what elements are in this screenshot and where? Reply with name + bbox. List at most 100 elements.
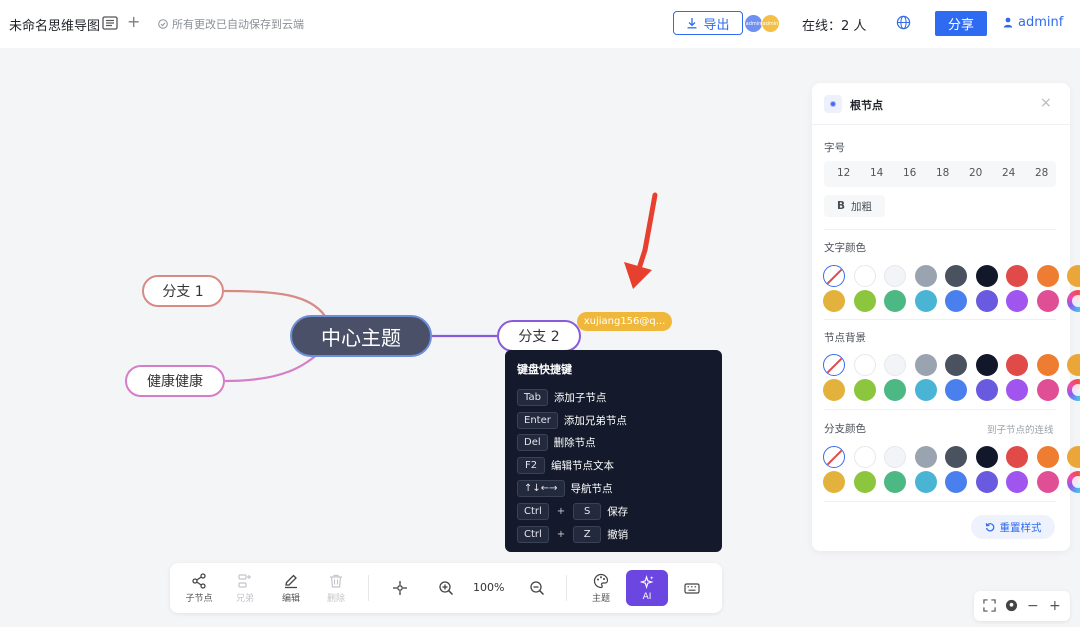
color-swatch[interactable] — [1036, 379, 1059, 401]
font-size-option[interactable]: 12 — [837, 167, 850, 179]
color-swatch[interactable] — [975, 446, 998, 468]
color-swatch[interactable] — [914, 290, 937, 312]
color-swatch[interactable] — [975, 379, 998, 401]
crosshair-icon — [393, 581, 407, 595]
color-swatch[interactable] — [914, 379, 937, 401]
color-swatch[interactable] — [1067, 471, 1080, 493]
plus-sign: + — [556, 528, 566, 540]
toolbar-divider — [368, 575, 369, 601]
color-swatch[interactable] — [914, 471, 937, 493]
font-size-option[interactable]: 16 — [903, 167, 916, 179]
branch-node[interactable]: 分支 2 — [497, 320, 581, 352]
branch-node[interactable]: 分支 1 — [142, 275, 224, 307]
branch-node[interactable]: 健康健康 — [125, 365, 225, 397]
color-swatch[interactable] — [823, 290, 845, 312]
color-swatch[interactable] — [945, 471, 967, 493]
color-swatch[interactable] — [975, 290, 998, 312]
zoom-out-icon[interactable]: − — [1027, 598, 1039, 614]
center-node[interactable]: 中心主题 — [290, 315, 432, 357]
color-swatch[interactable] — [853, 471, 876, 493]
color-swatch[interactable] — [884, 379, 906, 401]
font-size-option[interactable]: 28 — [1035, 167, 1048, 179]
color-swatch[interactable] — [853, 379, 876, 401]
fullscreen-icon[interactable] — [983, 599, 996, 612]
center-view-button[interactable] — [390, 563, 410, 613]
color-swatch[interactable] — [1067, 379, 1080, 401]
color-swatch[interactable] — [1067, 265, 1080, 287]
color-swatch[interactable] — [1006, 446, 1028, 468]
color-swatch[interactable] — [975, 471, 998, 493]
color-swatch[interactable] — [1006, 379, 1028, 401]
zoom-in-icon — [439, 581, 454, 596]
color-swatch[interactable] — [945, 354, 967, 376]
color-swatch[interactable] — [853, 265, 876, 287]
edit-button[interactable]: 编辑 — [278, 563, 304, 613]
font-size-option[interactable]: 14 — [870, 167, 883, 179]
keyboard-shortcuts-popup: 键盘快捷键 Tab 添加子节点 Enter 添加兄弟节点 Del 删除节点 F2… — [505, 350, 722, 552]
color-swatch[interactable] — [884, 471, 906, 493]
color-swatch[interactable] — [823, 471, 845, 493]
color-swatch[interactable] — [945, 446, 967, 468]
delete-button[interactable]: 删除 — [323, 563, 349, 613]
shortcut-row: Ctrl + Z 撤销 — [517, 523, 710, 546]
color-swatch[interactable] — [1006, 471, 1028, 493]
shortcut-desc: 撤销 — [607, 528, 629, 541]
color-swatch[interactable] — [914, 265, 937, 287]
color-swatch[interactable] — [1036, 265, 1059, 287]
trash-icon — [330, 574, 342, 588]
color-swatch[interactable] — [914, 446, 937, 468]
color-swatch[interactable] — [1067, 290, 1080, 312]
color-swatch[interactable] — [1036, 471, 1059, 493]
keyboard-shortcuts-button[interactable] — [682, 563, 702, 613]
color-swatch[interactable] — [1036, 290, 1059, 312]
shortcut-desc: 保存 — [607, 505, 629, 518]
color-swatch[interactable] — [884, 446, 906, 468]
collaborator-tag: xujiang156@q... — [577, 312, 672, 331]
color-swatch[interactable] — [884, 354, 906, 376]
add-child-label: 子节点 — [185, 593, 213, 604]
color-swatch[interactable] — [823, 354, 845, 376]
style-panel: 根节点 × 字号 12 14 16 18 20 24 28 B 加粗 文字颜色 … — [812, 83, 1080, 551]
color-swatch[interactable] — [823, 379, 845, 401]
color-swatch[interactable] — [975, 265, 998, 287]
node-bg-label: 节点背景 — [824, 332, 866, 344]
zoom-out-button[interactable] — [527, 563, 547, 613]
ai-label: AI — [642, 591, 652, 602]
add-sibling-button[interactable]: 兄弟 — [232, 563, 258, 613]
color-swatch[interactable] — [1067, 354, 1080, 376]
font-size-option[interactable]: 18 — [936, 167, 949, 179]
color-swatch[interactable] — [823, 446, 845, 468]
font-size-option[interactable]: 24 — [1002, 167, 1015, 179]
color-swatch[interactable] — [1006, 290, 1028, 312]
color-swatch[interactable] — [1036, 354, 1059, 376]
zoom-in-button[interactable] — [436, 563, 456, 613]
color-swatch[interactable] — [945, 290, 967, 312]
color-swatch[interactable] — [945, 265, 967, 287]
font-size-option[interactable]: 20 — [969, 167, 982, 179]
bold-button[interactable]: B 加粗 — [824, 195, 885, 217]
zoom-in-icon[interactable]: + — [1049, 598, 1061, 614]
color-swatch[interactable] — [914, 354, 937, 376]
add-child-button[interactable]: 子节点 — [184, 563, 214, 613]
color-swatch[interactable] — [884, 265, 906, 287]
color-swatch[interactable] — [945, 379, 967, 401]
sibling-icon — [238, 573, 251, 588]
theme-button[interactable]: 主题 — [588, 563, 614, 613]
color-swatch[interactable] — [823, 265, 845, 287]
node-icon — [824, 95, 842, 113]
color-swatch[interactable] — [975, 354, 998, 376]
location-icon[interactable] — [1005, 599, 1018, 612]
color-swatch[interactable] — [1006, 354, 1028, 376]
ai-button[interactable]: AI — [626, 570, 668, 606]
color-swatch[interactable] — [1067, 446, 1080, 468]
color-swatch[interactable] — [884, 290, 906, 312]
color-swatch[interactable] — [1006, 265, 1028, 287]
key-cap: Del — [517, 434, 548, 452]
color-swatch[interactable] — [853, 290, 876, 312]
color-swatch[interactable] — [1036, 446, 1059, 468]
close-icon[interactable]: × — [1040, 95, 1052, 111]
reset-style-button[interactable]: 重置样式 — [971, 515, 1055, 539]
color-swatch[interactable] — [853, 354, 876, 376]
font-size-label: 字号 — [824, 142, 845, 154]
color-swatch[interactable] — [853, 446, 876, 468]
